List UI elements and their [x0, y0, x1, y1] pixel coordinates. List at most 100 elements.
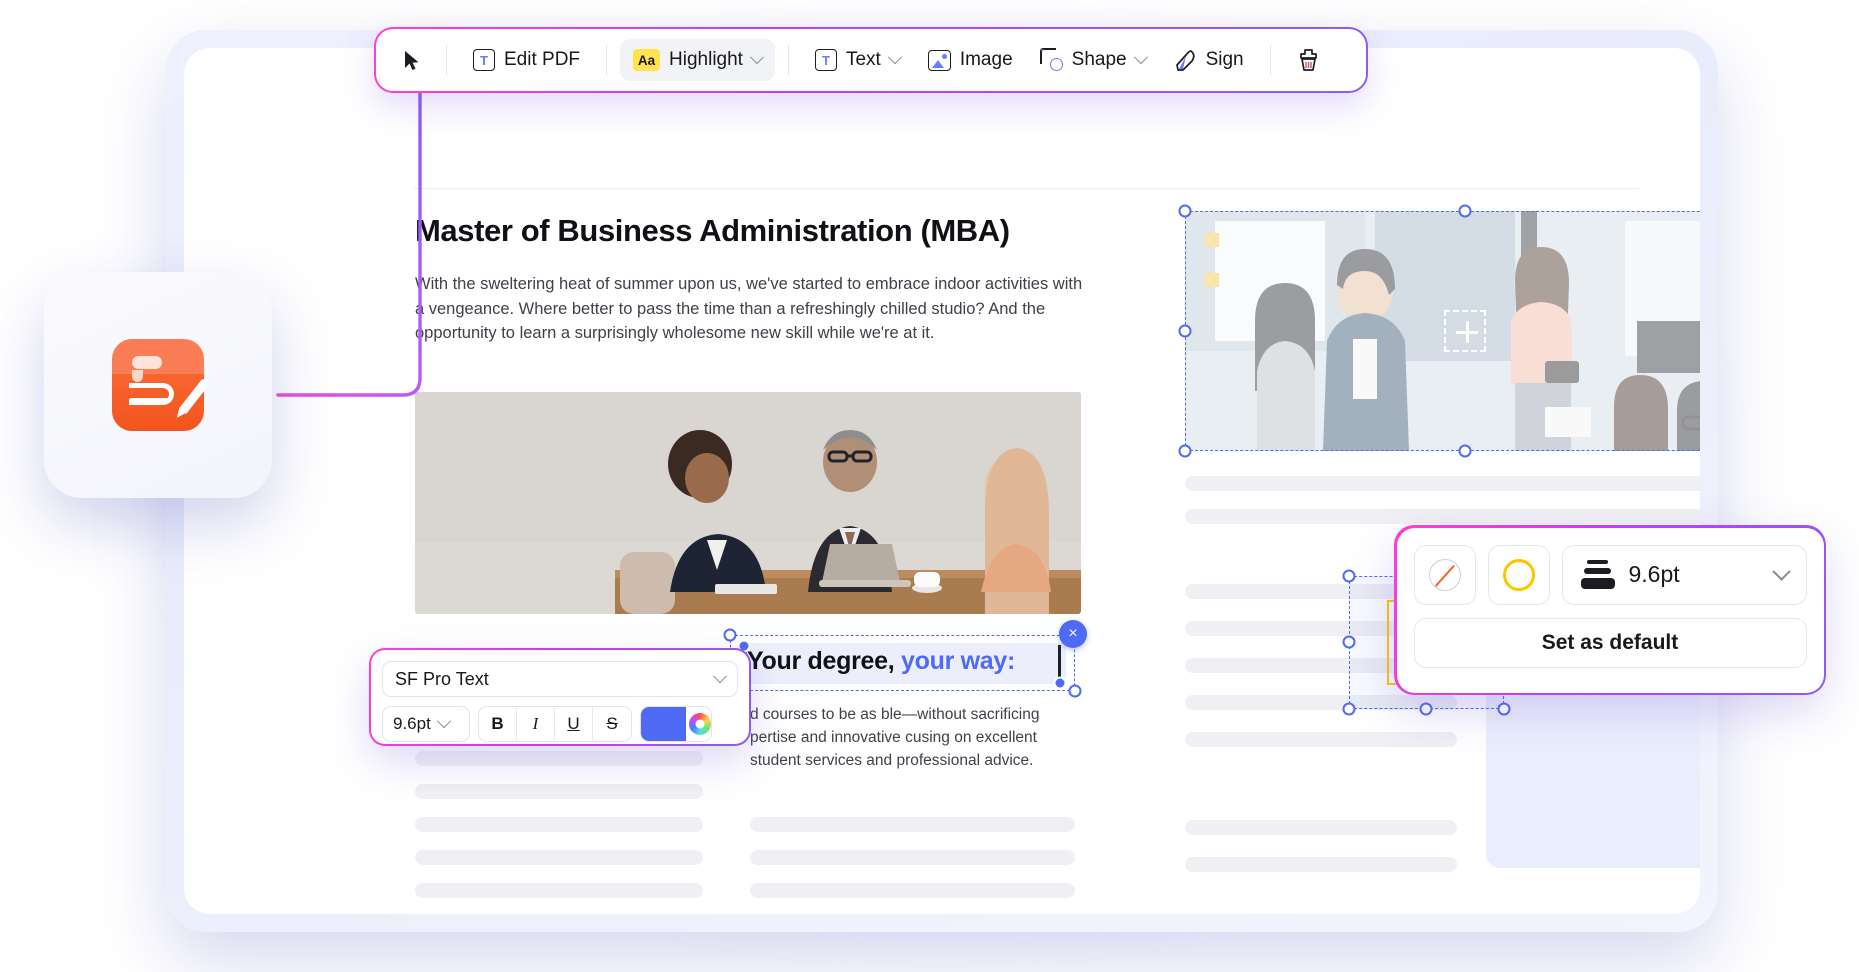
shape-handle-se[interactable] — [1497, 702, 1511, 716]
app-icon-card — [44, 272, 272, 498]
font-style-group: B I U S — [478, 706, 632, 742]
editor-toolbar: T Edit PDF Aa Highlight T Text Image Sha… — [374, 27, 1368, 93]
set-as-default-button[interactable]: Set as default — [1413, 617, 1807, 668]
placeholder-line — [1185, 509, 1700, 524]
tool-highlight[interactable]: Aa Highlight — [620, 39, 775, 81]
toolbar-divider — [1269, 45, 1271, 75]
font-format-popover: SF Pro Text 9.6pt B I U S — [369, 648, 751, 746]
placeholder-line — [415, 817, 703, 832]
tool-highlight-label: Highlight — [669, 49, 743, 70]
placeholder-line — [750, 883, 1075, 898]
screenshot-root: Master of Business Administration (MBA) … — [0, 0, 1859, 972]
shape-handle-sw[interactable] — [1342, 702, 1356, 716]
font-family-value: SF Pro Text — [395, 668, 489, 689]
resize-handle-s[interactable] — [1458, 444, 1472, 458]
chevron-down-icon[interactable] — [436, 714, 451, 729]
tool-shape[interactable]: Shape — [1028, 39, 1159, 81]
text-box-selection[interactable]: Your degree, your way: — [730, 635, 1075, 691]
no-fill-icon — [1428, 558, 1461, 591]
resize-handle-n[interactable] — [1458, 204, 1472, 218]
italic-button[interactable]: I — [517, 707, 555, 741]
yellow-stroke-icon — [1502, 558, 1535, 591]
stroke-width-select[interactable]: 9.6pt — [1561, 544, 1807, 605]
textbox-handle-nw[interactable] — [723, 628, 737, 642]
toolbar-divider — [606, 45, 608, 75]
current-color-swatch[interactable] — [641, 707, 686, 741]
photo-left-art — [415, 392, 1081, 614]
placeholder-line — [415, 883, 703, 898]
icon-pill-stem — [132, 370, 143, 382]
color-wheel-icon[interactable] — [689, 713, 711, 735]
tool-edit-pdf[interactable]: T Edit PDF — [460, 39, 593, 81]
resize-handle-w[interactable] — [1178, 324, 1192, 338]
shape-icon — [1039, 48, 1063, 71]
underline-button[interactable]: U — [555, 707, 593, 741]
text-color-picker[interactable] — [640, 706, 712, 742]
text-box-icon: T — [473, 49, 495, 71]
placeholder-line — [1185, 820, 1457, 835]
stroke-weight-icon — [1580, 560, 1615, 589]
no-fill-button[interactable] — [1413, 544, 1476, 605]
shape-handle-nw[interactable] — [1342, 569, 1356, 583]
icon-pill-top — [132, 356, 162, 369]
textbox-close-button[interactable]: × — [1059, 620, 1087, 648]
selected-text: Your degree, your way: — [747, 647, 1015, 676]
tool-text[interactable]: T Text — [802, 39, 913, 81]
highlight-aa-icon: Aa — [633, 49, 661, 71]
image-icon — [927, 49, 951, 71]
placeholder-line — [750, 850, 1075, 865]
toolbar-divider — [446, 45, 447, 75]
tool-cursor[interactable] — [392, 39, 433, 81]
placeholder-line — [750, 817, 1075, 832]
placeholder-line — [1185, 732, 1457, 747]
chevron-down-icon[interactable] — [712, 669, 728, 684]
icon-pen — [178, 377, 211, 415]
stroke-width-value: 9.6pt — [1628, 561, 1680, 587]
chevron-down-icon[interactable] — [887, 50, 902, 65]
shape-handle-s[interactable] — [1419, 702, 1433, 716]
placeholder-line — [1185, 476, 1700, 491]
tool-image-label: Image — [959, 49, 1013, 70]
chevron-down-icon[interactable] — [1771, 562, 1791, 581]
tool-eraser[interactable] — [1284, 39, 1333, 81]
pdf-sign-app-icon — [112, 339, 211, 431]
chevron-down-icon[interactable] — [749, 50, 765, 65]
toolbar-divider — [787, 45, 789, 75]
placeholder-line — [415, 784, 703, 799]
font-size-select[interactable]: 9.6pt — [382, 706, 470, 742]
strikethrough-button[interactable]: S — [593, 707, 631, 741]
business-meeting-photo[interactable] — [415, 392, 1081, 614]
text-anchor-end[interactable] — [1053, 676, 1067, 690]
document-right-column-text: d courses to be as ble—without sacrifici… — [750, 706, 1040, 769]
textbox-handle-se[interactable] — [1068, 684, 1082, 698]
eraser-brush-icon — [1299, 49, 1317, 71]
image-selection-frame[interactable] — [1185, 211, 1700, 451]
cursor-arrow-icon — [405, 50, 419, 70]
image-move-crosshair-icon[interactable] — [1456, 321, 1478, 343]
document-divider — [414, 188, 1639, 189]
pen-nib-icon — [1175, 49, 1195, 71]
font-size-value: 9.6pt — [393, 714, 431, 733]
resize-handle-nw[interactable] — [1178, 204, 1192, 218]
tool-sign-label: Sign — [1205, 49, 1244, 70]
tool-sign[interactable]: Sign — [1161, 39, 1257, 81]
icon-signature-line — [129, 398, 171, 403]
selected-text-blue: your way: — [894, 647, 1016, 675]
toolbar-connector-line — [276, 80, 422, 397]
chevron-down-icon[interactable] — [1133, 50, 1148, 65]
bold-button[interactable]: B — [479, 707, 517, 741]
font-family-select[interactable]: SF Pro Text — [382, 661, 738, 697]
tool-text-label: Text — [845, 49, 881, 70]
tool-edit-pdf-label: Edit PDF — [504, 49, 581, 70]
resize-handle-sw[interactable] — [1178, 444, 1192, 458]
text-box-icon: T — [814, 49, 837, 71]
stroke-color-button[interactable] — [1487, 544, 1550, 605]
placeholder-line — [415, 751, 703, 766]
placeholder-line — [1185, 857, 1457, 872]
selected-text-black: Your degree, — [747, 647, 895, 675]
shape-style-popover: 9.6pt Set as default — [1394, 525, 1826, 695]
tool-image[interactable]: Image — [915, 39, 1026, 81]
placeholder-line — [415, 850, 703, 865]
shape-handle-w[interactable] — [1342, 635, 1356, 649]
tool-shape-label: Shape — [1071, 49, 1127, 70]
